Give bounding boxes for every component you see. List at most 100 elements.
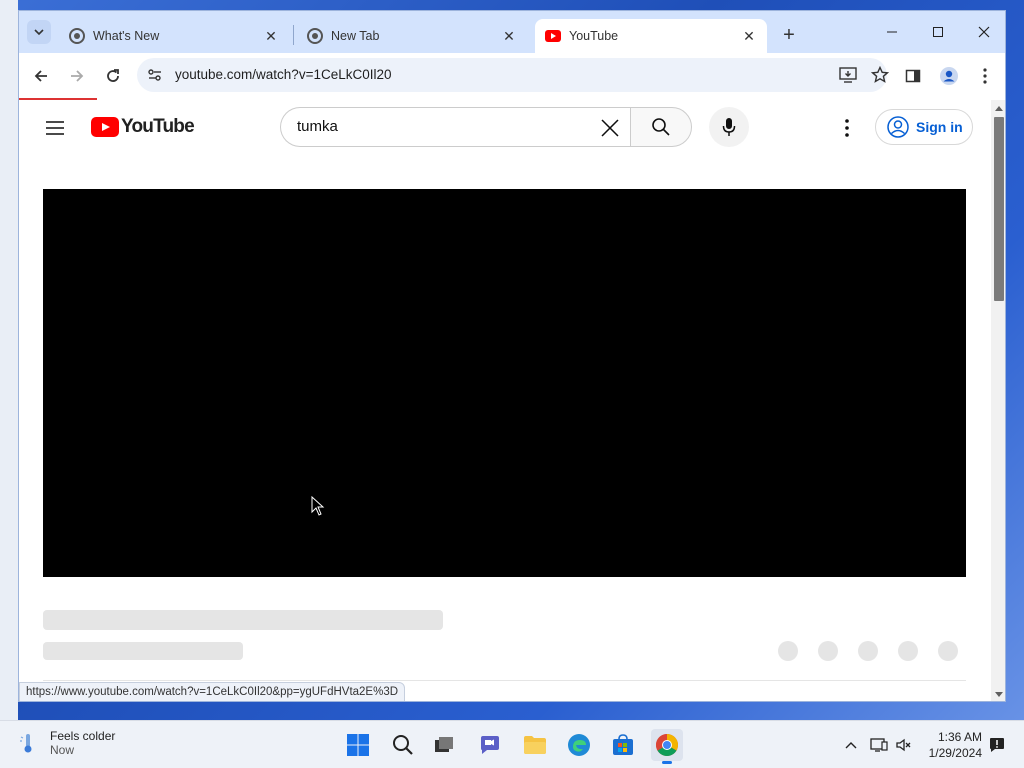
action-placeholder — [858, 641, 878, 661]
more-vert-icon — [983, 68, 987, 84]
mouse-cursor-icon — [311, 496, 325, 516]
close-tab-icon[interactable]: ✕ — [501, 28, 517, 44]
chat-icon — [481, 736, 499, 754]
sign-in-label: Sign in — [916, 119, 963, 135]
guide-menu-button[interactable] — [43, 116, 67, 140]
search-taskbar-button[interactable] — [387, 729, 419, 761]
action-placeholder — [938, 641, 958, 661]
arrow-left-icon — [34, 70, 47, 82]
tab-strip: What's New ✕ New Tab ✕ YouTube ✕ + — [19, 11, 1005, 53]
store-icon — [613, 734, 633, 755]
action-placeholder — [898, 641, 918, 661]
account-circle-icon — [887, 116, 909, 138]
show-hidden-icons-button[interactable] — [841, 735, 861, 755]
edge-button[interactable] — [563, 729, 595, 761]
side-panel-icon — [905, 69, 921, 83]
clock-time: 1:36 AM — [937, 730, 982, 744]
profile-icon — [940, 67, 958, 85]
search-icon — [652, 118, 670, 136]
youtube-icon — [545, 28, 561, 44]
tab-search-button[interactable] — [27, 20, 51, 44]
install-app-icon[interactable] — [839, 66, 857, 84]
taskbar-clock[interactable]: 1:36 AM 1/29/2024 — [918, 729, 982, 761]
hamburger-icon — [46, 121, 64, 135]
search-button[interactable] — [630, 107, 692, 147]
clear-search-button[interactable] — [594, 112, 626, 144]
back-button[interactable] — [29, 64, 53, 88]
address-bar[interactable]: youtube.com/watch?v=1CeLkC0Il20 — [137, 58, 889, 92]
thermometer-icon — [20, 734, 32, 753]
tab-separator — [293, 25, 294, 45]
task-view-icon — [435, 737, 453, 752]
weather-description: Feels colder — [50, 729, 116, 743]
action-placeholder — [778, 641, 798, 661]
desktop-edge — [0, 0, 18, 720]
task-view-button[interactable] — [428, 729, 460, 761]
youtube-play-icon — [91, 117, 119, 137]
search-query[interactable]: tumka — [297, 118, 338, 135]
forward-button[interactable] — [65, 64, 89, 88]
folder-icon — [524, 736, 546, 754]
new-tab-button[interactable]: + — [777, 23, 801, 47]
title-placeholder — [43, 610, 443, 630]
tab-title: YouTube — [569, 29, 619, 43]
voice-search-button[interactable] — [709, 107, 749, 147]
video-player[interactable] — [43, 189, 966, 577]
close-tab-icon[interactable]: ✕ — [263, 28, 279, 44]
start-button[interactable] — [342, 729, 374, 761]
chrome-taskbar-button[interactable] — [651, 729, 683, 764]
bookmark-star-icon[interactable] — [871, 66, 889, 84]
network-tray-icon[interactable] — [869, 735, 889, 755]
microphone-icon — [722, 118, 736, 136]
file-explorer-button[interactable] — [519, 729, 551, 761]
youtube-header: YouTube tumka Sign in — [19, 100, 991, 156]
close-tab-icon[interactable]: ✕ — [741, 28, 757, 44]
weather-widget[interactable]: Feels colder Now — [16, 729, 115, 757]
maximize-button[interactable] — [918, 19, 958, 45]
browser-menu-button[interactable] — [973, 64, 997, 88]
youtube-page: YouTube tumka Sign in — [19, 100, 991, 701]
volume-tray-icon[interactable] — [894, 735, 914, 755]
scroll-down-arrow[interactable] — [995, 692, 1003, 697]
scroll-up-arrow[interactable] — [995, 106, 1003, 111]
network-icon — [870, 738, 888, 752]
arrow-right-icon — [71, 70, 84, 82]
tab-whats-new[interactable]: What's New ✕ — [59, 19, 289, 53]
taskbar: Feels colder Now 1:36 AM 1/29/2024 — [0, 720, 1024, 768]
search-input[interactable]: tumka — [280, 107, 630, 147]
close-icon — [978, 26, 990, 38]
notification-icon — [990, 738, 1004, 752]
minimize-button[interactable] — [872, 19, 912, 45]
chrome-icon — [69, 28, 85, 44]
reload-button[interactable] — [101, 64, 125, 88]
tab-new-tab[interactable]: New Tab ✕ — [297, 19, 527, 53]
page-scrollbar[interactable] — [991, 100, 1005, 701]
sign-in-button[interactable]: Sign in — [875, 109, 973, 145]
action-placeholder — [818, 641, 838, 661]
maximize-icon — [933, 27, 943, 37]
reload-icon — [107, 69, 119, 82]
close-window-button[interactable] — [964, 19, 1004, 45]
browser-window: What's New ✕ New Tab ✕ YouTube ✕ + youtu… — [18, 10, 1006, 702]
teams-chat-button[interactable] — [474, 729, 506, 761]
settings-menu-button[interactable] — [835, 116, 859, 140]
side-panel-button[interactable] — [901, 64, 925, 88]
profile-button[interactable] — [937, 64, 961, 88]
more-vert-icon — [845, 119, 849, 137]
youtube-logo[interactable]: YouTube — [91, 116, 195, 138]
youtube-logo-text: YouTube — [121, 116, 195, 137]
browser-toolbar: youtube.com/watch?v=1CeLkC0Il20 — [19, 53, 1005, 99]
tab-title: What's New — [93, 29, 160, 43]
channel-placeholder — [43, 642, 243, 660]
chrome-icon — [307, 28, 323, 44]
minimize-icon — [887, 31, 897, 33]
url-text[interactable]: youtube.com/watch?v=1CeLkC0Il20 — [175, 67, 392, 82]
scrollbar-thumb[interactable] — [994, 117, 1004, 301]
chevron-up-icon — [845, 742, 857, 749]
edge-icon — [568, 734, 590, 756]
site-info-icon[interactable] — [147, 67, 163, 83]
chrome-icon — [656, 734, 678, 756]
microsoft-store-button[interactable] — [607, 729, 639, 761]
tab-youtube[interactable]: YouTube ✕ — [535, 19, 767, 53]
notifications-button[interactable] — [987, 735, 1007, 755]
